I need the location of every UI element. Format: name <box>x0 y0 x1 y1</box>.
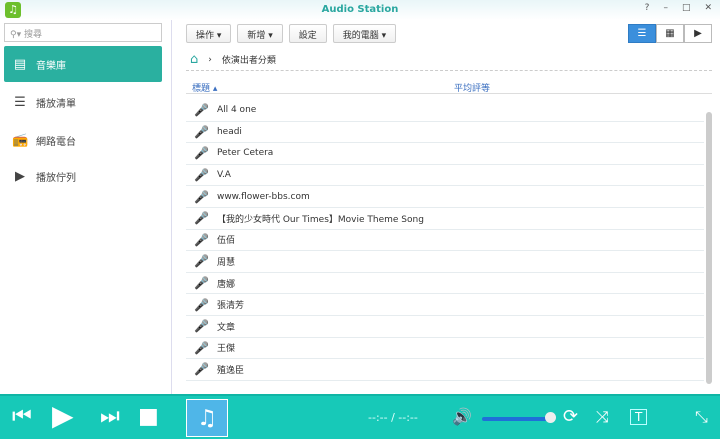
artist-name: 【我的少女時代 Our Times】Movie Theme Song <box>216 214 424 225</box>
microphone-icon: 🎤 <box>194 254 209 269</box>
artist-name: All 4 one <box>216 105 257 116</box>
grid-view-button[interactable]: ▦ <box>656 24 684 43</box>
microphone-icon: 🎤 <box>194 340 209 355</box>
list-item[interactable]: 🎤 王傑 <box>186 338 704 360</box>
microphone-icon: 🎤 <box>194 124 209 139</box>
sidebar-item-radio[interactable]: 📻 網路電台 <box>4 122 162 158</box>
list-item[interactable]: 🎤 V.A <box>186 165 704 187</box>
list-item[interactable]: 🎤 唐娜 <box>186 273 704 295</box>
breadcrumb-current: 依演出者分類 <box>221 56 276 66</box>
search-placeholder: 搜尋 <box>23 30 42 40</box>
sidebar: ⚲▾ 搜尋 ▤ 音樂庫 ☰ 播放清單 📻 網路電台 ▶ 播放佇列 <box>0 20 172 394</box>
artist-list: 🎤 All 4 one 🎤 headi 🎤 Peter Cetera 🎤 V.A 🎤 www.fl… <box>186 100 704 381</box>
cover-view-button[interactable]: ▶ <box>684 24 712 43</box>
list-item[interactable]: 🎤 殖逸臣 <box>186 359 704 381</box>
list-item[interactable]: 🎤 【我的少女時代 Our Times】Movie Theme Song <box>186 208 704 230</box>
minimize-button[interactable]: – <box>663 3 668 13</box>
microphone-icon: 🎤 <box>194 297 209 312</box>
sidebar-item-queue[interactable]: ▶ 播放佇列 <box>4 158 162 194</box>
microphone-icon: 🎤 <box>194 103 209 118</box>
microphone-icon: 🎤 <box>194 146 209 161</box>
playlist-icon: ☰ <box>14 94 26 110</box>
next-icon[interactable]: ⏭ <box>100 404 120 429</box>
maximize-button[interactable]: □ <box>682 3 691 13</box>
artist-name: V.A <box>216 170 231 181</box>
my-computer-button[interactable]: 我的電腦 ▾ <box>332 24 397 43</box>
player-bar: ⏮ ▶ ⏭ ■ ♫ --:-- / --:-- 🔊 ⟳ ⤨ T ⤡ <box>0 394 720 439</box>
list-item[interactable]: 🎤 文章 <box>186 316 704 338</box>
microphone-icon: 🎤 <box>194 211 209 226</box>
list-item[interactable]: 🎤 張清芳 <box>186 294 704 316</box>
home-icon[interactable]: ⌂ <box>190 52 198 67</box>
library-icon: ▤ <box>13 56 27 72</box>
scrollbar[interactable] <box>706 112 712 384</box>
microphone-icon: 🎤 <box>194 189 209 204</box>
stop-icon[interactable]: ■ <box>138 404 159 429</box>
microphone-icon: 🎤 <box>194 232 209 247</box>
list-item[interactable]: 🎤 伍佰 <box>186 230 704 252</box>
play-icon[interactable]: ▶ <box>52 399 74 432</box>
shuffle-icon[interactable]: ⤨ <box>596 407 609 427</box>
artist-name: Peter Cetera <box>216 148 274 159</box>
artist-name: 殖逸臣 <box>216 365 244 376</box>
previous-icon[interactable]: ⏮ <box>12 404 32 429</box>
list-view-button[interactable]: ☰ <box>628 24 656 43</box>
lyrics-icon[interactable]: T <box>630 409 648 425</box>
queue-icon: ▶ <box>15 168 25 184</box>
sidebar-item-playlist[interactable]: ☰ 播放清單 <box>4 84 162 120</box>
artist-name: headi <box>216 126 242 137</box>
artist-name: www.flower-bbs.com <box>216 191 310 202</box>
column-rating[interactable]: 平均評等 <box>454 81 490 94</box>
volume-handle[interactable] <box>545 412 556 423</box>
breadcrumb: ⌂ › 依演出者分類 <box>190 52 276 67</box>
repeat-icon[interactable]: ⟳ <box>563 406 578 427</box>
list-item[interactable]: 🎤 周慧 <box>186 251 704 273</box>
sidebar-item-label: 網路電台 <box>36 136 76 148</box>
artist-name: 唐娜 <box>216 279 235 290</box>
microphone-icon: 🎤 <box>194 276 209 291</box>
time-display: --:-- / --:-- <box>368 411 418 424</box>
list-item[interactable]: 🎤 All 4 one <box>186 100 704 122</box>
window-title: Audio Station <box>321 4 399 15</box>
artist-name: 伍佰 <box>216 236 235 247</box>
help-button[interactable]: ? <box>645 3 650 13</box>
microphone-icon: 🎤 <box>194 362 209 377</box>
table-header: 標題 ▴ 平均評等 <box>186 70 712 94</box>
action-button[interactable]: 操作 ▾ <box>186 24 232 43</box>
sidebar-item-label: 音樂庫 <box>36 60 66 72</box>
album-art: ♫ <box>186 399 228 437</box>
artist-name: 王傑 <box>216 344 235 355</box>
radio-icon: 📻 <box>12 132 29 148</box>
new-button[interactable]: 新增 ▾ <box>237 24 283 43</box>
sidebar-item-library[interactable]: ▤ 音樂庫 <box>4 46 162 82</box>
artist-name: 張清芳 <box>216 301 244 312</box>
sidebar-item-label: 播放清單 <box>36 98 76 110</box>
microphone-icon: 🎤 <box>194 168 209 183</box>
search-input[interactable]: ⚲▾ 搜尋 <box>4 23 162 42</box>
list-item[interactable]: 🎤 www.flower-bbs.com <box>186 186 704 208</box>
list-item[interactable]: 🎤 headi <box>186 122 704 144</box>
close-button[interactable]: ✕ <box>704 3 712 13</box>
sidebar-item-label: 播放佇列 <box>36 172 76 184</box>
title-bar: ♫ Audio Station ? – □ ✕ <box>0 0 720 20</box>
artist-name: 文章 <box>216 322 235 333</box>
artist-name: 周慧 <box>216 257 235 268</box>
chevron-right-icon: › <box>208 54 212 65</box>
volume-slider[interactable] <box>482 417 550 421</box>
settings-button[interactable]: 設定 <box>288 24 327 43</box>
collapse-icon[interactable]: ⤡ <box>695 407 708 427</box>
microphone-icon: 🎤 <box>194 319 209 334</box>
column-title[interactable]: 標題 ▴ <box>192 81 217 94</box>
list-item[interactable]: 🎤 Peter Cetera <box>186 143 704 165</box>
volume-icon[interactable]: 🔊 <box>452 407 472 426</box>
